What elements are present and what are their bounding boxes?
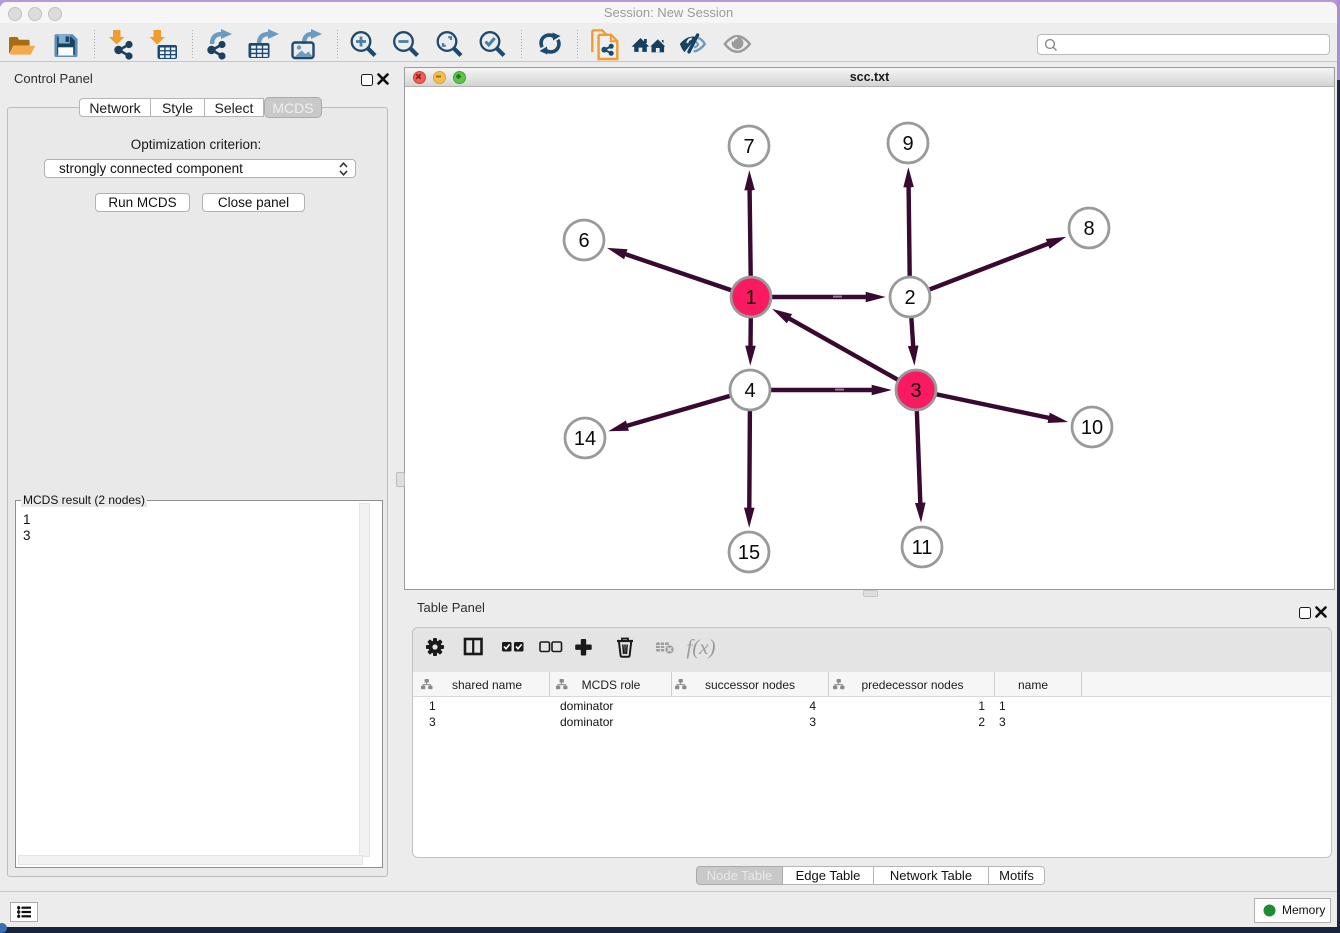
svg-text:7: 7 — [743, 136, 754, 158]
svg-text:f(x): f(x) — [686, 635, 715, 659]
svg-text:6: 6 — [578, 230, 589, 252]
svg-text:11: 11 — [912, 537, 933, 559]
svg-text:10: 10 — [1081, 417, 1103, 439]
svg-text:1: 1 — [745, 287, 756, 309]
svg-text:8: 8 — [1083, 218, 1094, 240]
svg-text:9: 9 — [902, 133, 913, 155]
svg-text:2: 2 — [904, 287, 915, 309]
svg-text:14: 14 — [574, 428, 596, 450]
svg-text:3: 3 — [910, 380, 921, 402]
svg-text:4: 4 — [744, 380, 755, 402]
svg-text:15: 15 — [738, 542, 760, 564]
